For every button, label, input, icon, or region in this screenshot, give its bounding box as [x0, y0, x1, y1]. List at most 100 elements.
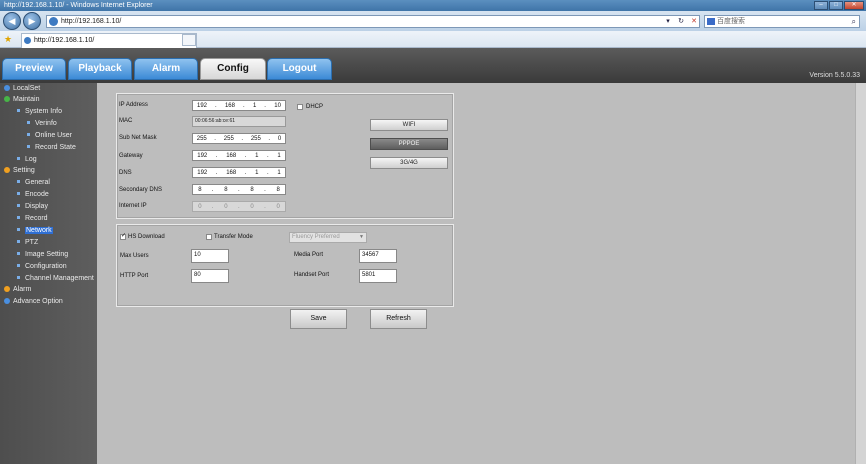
bullet-icon [17, 240, 20, 243]
sidebar-item-localset[interactable]: LocalSet [4, 83, 40, 94]
network-settings-panel: IP Address 192. 168. 1. 10 DHCP MAC 00:06:5… [116, 93, 454, 219]
max-users-input[interactable]: 10 [191, 249, 229, 263]
tab-logout[interactable]: Logout [267, 58, 332, 80]
search-provider-icon [707, 18, 715, 25]
bullet-icon [17, 109, 20, 112]
sidebar-item-advance-option[interactable]: Advance Option [4, 296, 63, 307]
browser-tab-bar: ★ http://192.168.1.10/ [0, 31, 866, 48]
mac-label: MAC [119, 118, 133, 124]
gateway-label: Gateway [119, 153, 143, 159]
maintain-icon [4, 96, 10, 102]
sidebar-item-setting[interactable]: Setting [4, 165, 35, 176]
alarm-icon [4, 286, 10, 292]
bullet-icon [17, 276, 20, 279]
forward-button[interactable]: ▶ [23, 12, 41, 30]
bullet-icon [17, 192, 20, 195]
handset-port-label: Handset Port [294, 272, 330, 278]
address-bar-row: ◀ ▶ http://192.168.1.10/ ▾ ↻ ✕ 百度搜索 ⌕ [0, 11, 866, 31]
wifi-button[interactable]: WIFI [370, 119, 448, 131]
tab-config[interactable]: Config [200, 58, 266, 80]
sidebar-item-record[interactable]: Record [17, 213, 48, 224]
search-icon[interactable]: ⌕ [852, 16, 856, 27]
vertical-scrollbar[interactable] [855, 83, 866, 464]
sidebar-item-general[interactable]: General [17, 177, 50, 188]
favorites-star-icon[interactable]: ★ [4, 34, 12, 45]
main-content: IP Address 192. 168. 1. 10 DHCP MAC 00:06:5… [97, 83, 866, 464]
search-input[interactable]: 百度搜索 ⌕ [704, 15, 860, 28]
browser-tab[interactable]: http://192.168.1.10/ [21, 33, 197, 48]
minimize-button[interactable]: – [814, 1, 828, 10]
http-port-label: HTTP Port [120, 273, 149, 279]
address-dropdown-icon[interactable]: ▾ [663, 16, 673, 27]
hs-download-label: HS Download [128, 234, 165, 240]
sidebar-item-display[interactable]: Display [17, 201, 48, 212]
transfer-mode-checkbox[interactable] [206, 234, 212, 240]
sidebar-item-ptz[interactable]: PTZ [17, 237, 38, 248]
sidebar-item-system-info[interactable]: System Info [17, 106, 62, 117]
sidebar-item-encode[interactable]: Encode [17, 189, 49, 200]
refresh-icon[interactable]: ↻ [676, 16, 686, 27]
new-tab-button[interactable] [182, 34, 196, 46]
save-button[interactable]: Save [290, 309, 347, 329]
subnet-mask-field[interactable]: 255. 255. 255. 0 [192, 133, 286, 144]
window-title: http://192.168.1.10/ - Windows Internet … [4, 2, 153, 9]
subnet-mask-label: Sub Net Mask [119, 135, 157, 141]
address-tools: ▾ ↻ ✕ [663, 16, 699, 27]
version-label: Version 5.5.0.33 [809, 72, 860, 79]
maximize-button[interactable]: □ [829, 1, 843, 10]
fluency-select: Fluency Preferred ▼ [289, 232, 367, 243]
tab-preview[interactable]: Preview [2, 58, 66, 80]
sidebar-item-image-setting[interactable]: Image Setting [17, 249, 68, 260]
bullet-icon [17, 204, 20, 207]
secondary-dns-label: Secondary DNS [119, 187, 163, 193]
gateway-field[interactable]: 192. 168. 1. 1 [192, 150, 286, 161]
bullet-icon [17, 252, 20, 255]
tab-alarm[interactable]: Alarm [134, 58, 198, 80]
stop-icon[interactable]: ✕ [689, 16, 699, 27]
sidebar-item-log[interactable]: Log [17, 154, 37, 165]
search-placeholder: 百度搜索 [717, 18, 745, 25]
sidebar: LocalSet Maintain System Info Verinfo On… [0, 83, 97, 464]
bullet-icon [27, 145, 30, 148]
media-port-label: Media Port [294, 252, 324, 258]
hs-download-checkbox[interactable]: ✓ [120, 233, 126, 240]
chevron-down-icon: ▼ [359, 234, 364, 240]
http-port-input[interactable]: 80 [191, 269, 229, 283]
sidebar-item-network[interactable]: Network [17, 225, 53, 236]
pppoe-button[interactable]: PPPOE [370, 138, 448, 150]
close-window-button[interactable]: ✕ [844, 1, 864, 10]
bullet-icon [17, 216, 20, 219]
sidebar-item-verinfo[interactable]: Verinfo [27, 118, 57, 129]
bullet-icon [17, 180, 20, 183]
bullet-icon [17, 157, 20, 160]
media-port-input[interactable]: 34567 [359, 249, 397, 263]
handset-port-input[interactable]: 5801 [359, 269, 397, 283]
back-button[interactable]: ◀ [3, 12, 21, 30]
dhcp-checkbox[interactable] [297, 104, 303, 110]
setting-icon [4, 167, 10, 173]
localset-icon [4, 85, 10, 91]
3g-4g-button[interactable]: 3G/4G [370, 157, 448, 169]
sidebar-item-record-state[interactable]: Record State [27, 142, 76, 153]
ip-address-label: IP Address [119, 102, 148, 108]
ports-panel: ✓ HS Download Transfer Mode Fluency Pref… [116, 224, 454, 307]
sidebar-item-channel-management[interactable]: Channel Management [17, 273, 94, 284]
page-icon [49, 17, 58, 26]
ip-address-field[interactable]: 192. 168. 1. 10 [192, 100, 286, 111]
window-controls: – □ ✕ [814, 1, 864, 10]
secondary-dns-field[interactable]: 8.8.8.8 [192, 184, 286, 195]
tab-page-icon [24, 37, 31, 44]
refresh-button[interactable]: Refresh [370, 309, 427, 329]
window-title-bar: http://192.168.1.10/ - Windows Internet … [0, 0, 866, 11]
mac-field: 00:06:56:ab:ce:61 [192, 116, 286, 127]
url-input[interactable]: http://192.168.1.10/ [46, 15, 700, 28]
dns-field[interactable]: 192. 168. 1. 1 [192, 167, 286, 178]
sidebar-item-alarm[interactable]: Alarm [4, 284, 31, 295]
sidebar-item-online-user[interactable]: Online User [27, 130, 72, 141]
tab-playback[interactable]: Playback [68, 58, 132, 80]
bullet-icon [27, 133, 30, 136]
sidebar-item-configuration[interactable]: Configuration [17, 261, 67, 272]
bullet-icon [17, 264, 20, 267]
dns-label: DNS [119, 170, 132, 176]
sidebar-item-maintain[interactable]: Maintain [4, 94, 39, 105]
